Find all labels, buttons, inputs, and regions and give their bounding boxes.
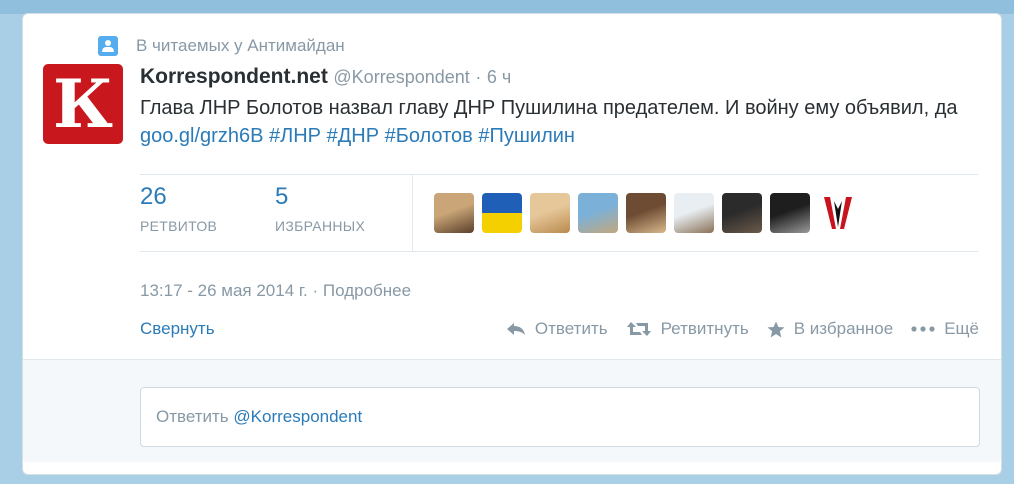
reply-icon <box>506 323 525 335</box>
favorite-button[interactable]: В избранное <box>767 319 894 339</box>
red-black-emblem-icon[interactable] <box>818 193 858 233</box>
retweet-icon <box>626 322 651 336</box>
face-icon[interactable] <box>770 193 810 233</box>
hashtag-dnr[interactable]: #ДНР <box>327 125 379 147</box>
reply-area: Ответить @Korrespondent <box>23 359 1001 462</box>
more-button[interactable]: Ещё <box>911 319 979 339</box>
dark-scene-icon[interactable] <box>722 193 762 233</box>
user-icon <box>98 36 118 56</box>
retweet-label: Ретвитнуть <box>660 319 749 338</box>
retweet-count: 26 <box>140 183 167 210</box>
time-separator: · <box>475 67 482 87</box>
hashtag-bolotov[interactable]: #Болотов <box>385 125 473 147</box>
favorite-count: 5 <box>275 183 289 210</box>
context-text[interactable]: В читаемых у Антимайдан <box>136 36 345 56</box>
favorite-label: В избранное <box>793 319 894 338</box>
stats-divider-top <box>140 174 978 175</box>
page-background-top <box>0 0 1014 14</box>
reply-input[interactable]: Ответить @Korrespondent <box>140 387 980 447</box>
star-icon <box>767 321 785 337</box>
datetime-separator: · <box>312 281 319 300</box>
more-icon <box>911 326 935 332</box>
ukraine-flag-icon[interactable] <box>482 193 522 233</box>
details-link[interactable]: Подробнее <box>323 281 411 300</box>
tweet-header: Korrespondent.net @Korrespondent · 6 ч <box>140 65 511 89</box>
favorite-stat[interactable]: 5 ИЗБРАННЫХ <box>275 183 366 235</box>
author-handle[interactable]: @Korrespondent <box>333 67 469 87</box>
tweet-datetime: 13:17 - 26 мая 2014 г. · Подробнее <box>140 281 411 301</box>
reply-mention: @Korrespondent <box>233 407 363 426</box>
context-line: В читаемых у Антимайдан <box>98 36 345 56</box>
retweet-stat[interactable]: 26 РЕТВИТОВ <box>140 183 218 235</box>
more-label: Ещё <box>944 319 979 338</box>
datetime-text: 13:17 - 26 мая 2014 г. <box>140 281 308 300</box>
user-avatar-icon[interactable] <box>626 193 666 233</box>
hashtag-lnr[interactable]: #ЛНР <box>269 125 321 147</box>
author-name[interactable]: Korrespondent.net <box>140 65 328 88</box>
website-logo-icon[interactable] <box>674 193 714 233</box>
avatar-letter: К <box>52 65 114 143</box>
landscape-icon[interactable] <box>578 193 618 233</box>
tweet-body: Глава ЛНР Болотов назвал главу ДНР Пушил… <box>140 97 958 119</box>
reply-label: Ответить <box>534 319 608 338</box>
retweet-label: РЕТВИТОВ <box>140 218 218 234</box>
reply-prefix: Ответить <box>156 407 229 426</box>
collapse-link[interactable]: Свернуть <box>140 319 215 339</box>
stats-divider-bottom <box>140 251 978 252</box>
tweet-card: В читаемых у Антимайдан К Korrespondent.… <box>22 13 1002 475</box>
doge-icon[interactable] <box>530 193 570 233</box>
retweet-button[interactable]: Ретвитнуть <box>626 319 749 339</box>
favoriter-avatars <box>434 193 866 233</box>
stats-divider-vertical <box>412 174 413 251</box>
reply-button[interactable]: Ответить <box>506 319 608 339</box>
user-avatar-icon[interactable] <box>434 193 474 233</box>
hashtag-pushilin[interactable]: #Пушилин <box>478 125 575 147</box>
tweet-time[interactable]: 6 ч <box>487 67 511 87</box>
tweet-actions: Ответить Ретвитнуть В избранное Ещё <box>488 319 979 339</box>
tweet-text: Глава ЛНР Болотов назвал главу ДНР Пушил… <box>140 94 980 150</box>
tweet-link[interactable]: goo.gl/grzh6B <box>140 125 263 147</box>
favorite-label: ИЗБРАННЫХ <box>275 218 366 234</box>
reply-placeholder: Ответить @Korrespondent <box>156 407 362 427</box>
avatar[interactable]: К <box>43 64 123 144</box>
